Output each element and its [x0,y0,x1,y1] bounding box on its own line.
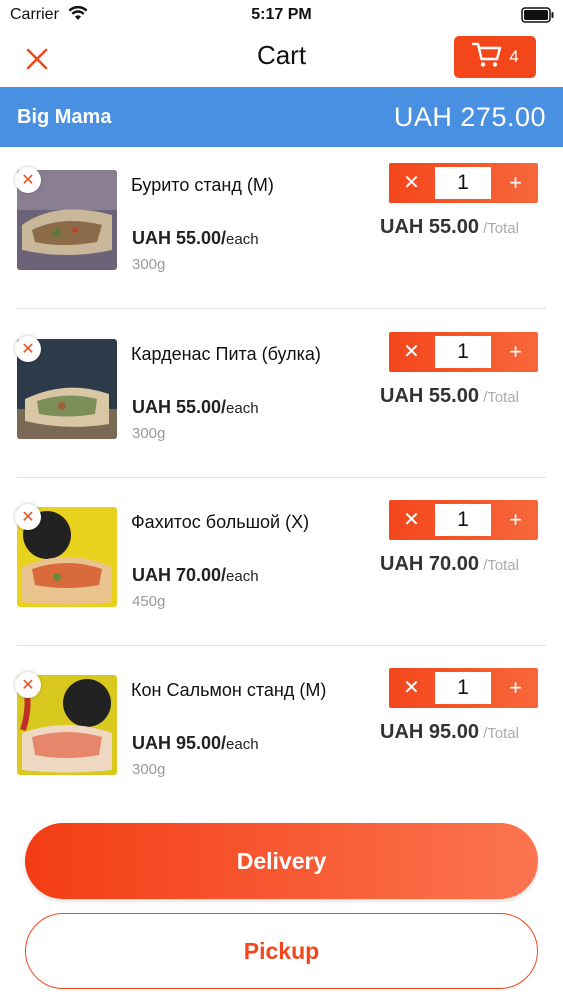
remove-item-button[interactable]: ✕ [15,672,41,698]
cart-button[interactable]: 4 [454,36,536,78]
status-bar: Carrier 5:17 PM [0,0,563,30]
plus-icon: + [509,170,522,195]
remove-icon: ✕ [21,172,35,189]
increase-button[interactable]: + [493,163,538,203]
decrease-button[interactable]: ✕ [389,332,434,372]
item-weight: 450g [132,593,166,610]
cart-icon [471,41,503,74]
quantity-field[interactable]: 1 [435,672,491,704]
restaurant-name: Big Mama [17,106,112,128]
quantity-stepper: ✕ 1 + [389,332,538,372]
item-line-total: UAH 55.00 /Total [380,216,519,238]
remove-icon: ✕ [21,341,35,358]
increase-button[interactable]: + [493,332,538,372]
item-price: UAH 95.00/each [132,733,259,753]
quantity-field[interactable]: 1 [435,167,491,199]
quantity-stepper: ✕ 1 + [389,163,538,203]
divider [17,308,546,309]
decrease-button[interactable]: ✕ [389,668,434,708]
remove-item-button[interactable]: ✕ [15,336,41,362]
quantity-stepper: ✕ 1 + [389,668,538,708]
delivery-button[interactable]: Delivery [25,823,538,899]
item-weight: 300g [132,425,166,442]
order-total: UAH 275.00 [393,102,546,132]
item-price: UAH 70.00/each [132,565,259,585]
increase-button[interactable]: + [493,500,538,540]
item-name: Бурито станд (M) [131,175,274,195]
plus-icon: + [509,675,522,700]
cart-item: ✕ Бурито станд (M) UAH 55.00/each 300g ✕… [0,155,563,323]
item-line-total: UAH 70.00 /Total [380,553,519,575]
remove-icon: ✕ [21,509,35,526]
item-price: UAH 55.00/each [132,397,259,417]
item-line-total: UAH 95.00 /Total [380,721,519,743]
remove-item-button[interactable]: ✕ [15,504,41,530]
item-name: Карденас Пита (булка) [131,344,321,364]
nav-bar: Cart 4 [0,30,563,87]
divider [17,645,546,646]
plus-icon: + [509,507,522,532]
item-weight: 300g [132,256,166,273]
decrease-button[interactable]: ✕ [389,163,434,203]
restaurant-header: Big Mama UAH 275.00 [0,87,563,147]
plus-icon: + [509,339,522,364]
battery-icon [521,7,555,28]
remove-icon: ✕ [21,677,35,694]
decrease-button[interactable]: ✕ [389,500,434,540]
item-name: Кон Сальмон станд (M) [131,680,327,700]
minus-icon: ✕ [403,677,420,699]
cart-item: ✕ Фахитос большой (X) UAH 70.00/each 450… [0,492,563,660]
item-line-total: UAH 55.00 /Total [380,385,519,407]
minus-icon: ✕ [403,172,420,194]
quantity-field[interactable]: 1 [435,336,491,368]
remove-item-button[interactable]: ✕ [15,167,41,193]
minus-icon: ✕ [403,341,420,363]
cart-count: 4 [509,47,519,66]
minus-icon: ✕ [403,509,420,531]
quantity-field[interactable]: 1 [435,504,491,536]
item-weight: 300g [132,761,166,778]
item-price: UAH 55.00/each [132,228,259,248]
cart-item: ✕ Карденас Пита (булка) UAH 55.00/each 3… [0,324,563,492]
divider [17,477,546,478]
cart-item: ✕ Кон Сальмон станд (M) UAH 95.00/each 3… [0,660,563,828]
increase-button[interactable]: + [493,668,538,708]
pickup-button[interactable]: Pickup [25,913,538,989]
quantity-stepper: ✕ 1 + [389,500,538,540]
item-name: Фахитос большой (X) [131,512,310,532]
status-time: 5:17 PM [251,6,312,23]
